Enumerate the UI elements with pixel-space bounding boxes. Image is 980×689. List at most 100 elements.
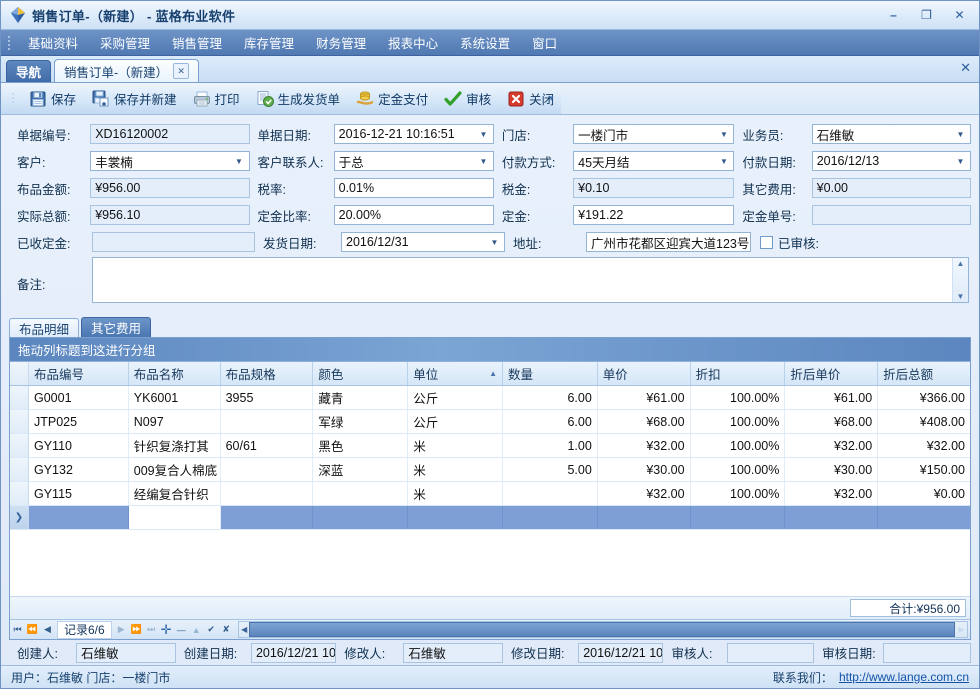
tab-other-fees[interactable]: 其它费用 — [81, 317, 152, 337]
save-and-new-button[interactable]: 保存并新建 — [84, 83, 185, 114]
cell-discounted-price[interactable] — [785, 506, 879, 529]
menu-basic-data[interactable]: 基础资料 — [18, 30, 88, 55]
cell-fabric-no[interactable]: GY115 — [29, 482, 129, 505]
remark-textarea[interactable]: ▲ ▼ — [92, 257, 969, 303]
scrollbar-thumb[interactable] — [248, 622, 955, 637]
table-row-new[interactable]: ❯ — [10, 506, 970, 530]
column-header-quantity[interactable]: 数量 — [503, 362, 598, 385]
deposit-pay-button[interactable]: 定金支付 — [348, 83, 436, 114]
cell-fabric-name[interactable] — [128, 506, 221, 529]
cell-unit[interactable] — [408, 506, 503, 529]
nav-prev-page-button[interactable]: ⏪ — [25, 621, 40, 638]
cell-unit-price[interactable]: ¥61.00 — [598, 386, 691, 409]
cell-fabric-spec[interactable] — [221, 410, 314, 433]
chevron-down-icon[interactable]: ▼ — [489, 238, 500, 247]
cell-quantity[interactable] — [503, 482, 598, 505]
cell-color[interactable]: 藏青 — [313, 386, 409, 409]
approved-checkbox[interactable] — [760, 235, 773, 249]
menu-window[interactable]: 窗口 — [522, 30, 567, 55]
scroll-left-icon[interactable]: ◀ — [239, 625, 250, 634]
column-header-unit[interactable]: 单位 ▲ — [408, 362, 503, 385]
received-deposit-field[interactable] — [92, 232, 255, 252]
cell-discounted-total[interactable]: ¥32.00 — [878, 434, 970, 457]
table-row[interactable]: GY110 针织复涤打其 60/61 黑色 米 1.00 ¥32.00 100.… — [10, 434, 970, 458]
nav-last-button[interactable]: ⏭ — [144, 621, 159, 638]
cell-unit-price[interactable]: ¥68.00 — [598, 410, 691, 433]
cell-quantity[interactable]: 5.00 — [503, 458, 598, 481]
cell-discount[interactable]: 100.00% — [691, 410, 786, 433]
cell-discounted-price[interactable]: ¥30.00 — [785, 458, 879, 481]
remark-scrollbar[interactable]: ▲ ▼ — [952, 258, 968, 302]
cell-discounted-price[interactable]: ¥68.00 — [785, 410, 879, 433]
cell-fabric-no[interactable] — [29, 506, 129, 529]
cell-unit-price[interactable] — [597, 506, 691, 529]
cell-color[interactable]: 黑色 — [313, 434, 409, 457]
cell-discounted-price[interactable]: ¥32.00 — [785, 434, 879, 457]
cell-quantity[interactable]: 1.00 — [503, 434, 598, 457]
cell-unit[interactable]: 公斤 — [408, 386, 503, 409]
cell-fabric-name[interactable]: 009复合人棉底 — [129, 458, 221, 481]
cell-fabric-spec[interactable]: 60/61 — [221, 434, 314, 457]
chevron-down-icon[interactable]: ▼ — [955, 157, 966, 166]
column-header-fabric-name[interactable]: 布品名称 — [129, 362, 221, 385]
chevron-down-icon[interactable]: ▼ — [955, 130, 966, 139]
cell-discounted-price[interactable]: ¥61.00 — [785, 386, 879, 409]
cell-fabric-no[interactable]: G0001 — [29, 386, 129, 409]
cell-discount[interactable]: 100.00% — [691, 386, 786, 409]
cell-discounted-total[interactable] — [878, 506, 970, 529]
contact-field[interactable]: 于总 ▼ — [333, 151, 494, 171]
horizontal-scrollbar[interactable]: ◀ ▶ — [237, 621, 968, 638]
menu-finance[interactable]: 财务管理 — [306, 30, 376, 55]
generate-delivery-button[interactable]: 生成发货单 — [248, 83, 349, 114]
table-row[interactable]: G0001 YK6001 3955 藏青 公斤 6.00 ¥61.00 100.… — [10, 386, 970, 410]
cell-fabric-name[interactable]: YK6001 — [129, 386, 221, 409]
cell-fabric-spec[interactable] — [221, 482, 314, 505]
column-header-discount[interactable]: 折扣 — [691, 362, 786, 385]
other-fee-field[interactable]: ¥0.00 — [811, 178, 971, 198]
cell-unit[interactable]: 米 — [408, 482, 503, 505]
modifier-field[interactable]: 石维敏 — [403, 642, 503, 663]
cell-color[interactable] — [313, 482, 409, 505]
tax-amount-field[interactable]: ¥0.10 — [573, 178, 735, 198]
store-field[interactable]: 一楼门市 ▼ — [573, 124, 735, 144]
menu-sales[interactable]: 销售管理 — [162, 30, 232, 55]
close-button[interactable]: ✕ — [944, 4, 975, 26]
cell-unit[interactable]: 米 — [408, 458, 503, 481]
customer-field[interactable]: 丰裳楠 ▼ — [90, 151, 250, 171]
cell-unit-price[interactable]: ¥32.00 — [598, 482, 691, 505]
save-button[interactable]: 保存 — [21, 83, 84, 114]
chevron-down-icon[interactable]: ▼ — [718, 157, 729, 166]
column-header-discounted-total[interactable]: 折后总额 — [878, 362, 970, 385]
pay-date-field[interactable]: 2016/12/13 ▼ — [811, 151, 971, 171]
table-row[interactable]: JTP025 N097 军绿 公斤 6.00 ¥68.00 100.00% ¥6… — [10, 410, 970, 434]
scroll-right-icon[interactable]: ▶ — [956, 625, 967, 634]
menu-inventory[interactable]: 库存管理 — [234, 30, 304, 55]
column-header-fabric-spec[interactable]: 布品规格 — [221, 362, 314, 385]
tab-navigation[interactable]: 导航 — [6, 60, 52, 82]
order-date-field[interactable]: 2016-12-21 10:16:51 ▼ — [333, 124, 494, 144]
close-icon[interactable]: ✕ — [173, 63, 190, 79]
create-date-field[interactable]: 2016/12/21 10: — [250, 642, 337, 663]
deposit-rate-field[interactable]: 20.00% — [333, 205, 494, 225]
cell-color[interactable]: 深蓝 — [313, 458, 409, 481]
ship-date-field[interactable]: 2016/12/31 ▼ — [341, 232, 505, 252]
close-icon[interactable]: ✕ — [960, 60, 971, 76]
sort-ascending-icon[interactable]: ▲ — [489, 369, 497, 378]
cell-quantity[interactable] — [502, 506, 598, 529]
tab-sales-order[interactable]: 销售订单-（新建） ✕ — [54, 59, 200, 82]
contact-url-link[interactable]: http://www.lange.com.cn — [839, 670, 969, 684]
table-row[interactable]: GY132 009复合人棉底 深蓝 米 5.00 ¥30.00 100.00% … — [10, 458, 970, 482]
cell-discount[interactable]: 100.00% — [691, 434, 786, 457]
cell-fabric-spec[interactable]: 3955 — [221, 386, 314, 409]
nav-cancel-button[interactable]: ✘ — [219, 621, 234, 638]
toolbar-overflow-icon[interactable]: ▾ — [549, 93, 554, 104]
nav-edit-button[interactable]: ▲ — [189, 621, 204, 638]
chevron-down-icon[interactable]: ▼ — [478, 157, 489, 166]
group-drop-area[interactable]: 拖动列标题到这进行分组 — [10, 338, 970, 362]
cell-unit[interactable]: 米 — [408, 434, 503, 457]
menu-purchase[interactable]: 采购管理 — [90, 30, 160, 55]
nav-prev-button[interactable]: ◀ — [40, 621, 55, 638]
actual-total-field[interactable]: ¥956.10 — [90, 205, 250, 225]
approved-checkbox-group[interactable]: 已审核: — [760, 233, 819, 252]
cell-color[interactable]: 军绿 — [313, 410, 409, 433]
